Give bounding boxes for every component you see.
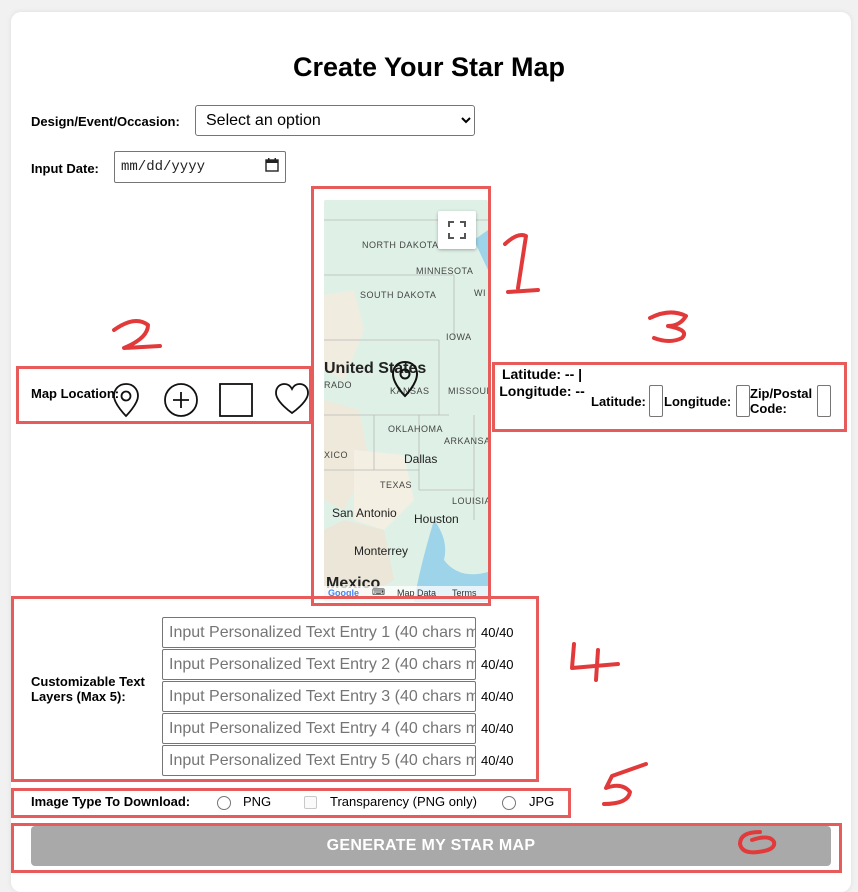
annotation-box-3 [492,362,847,432]
date-input[interactable]: mm/dd/yyyy [114,151,286,183]
annotation-box-5 [11,788,571,818]
annotation-box-1 [311,186,491,606]
page-title: Create Your Star Map [292,52,566,82]
date-label: Input Date: [31,161,99,176]
design-select[interactable]: Select an option [195,105,475,136]
annotation-box-2 [16,366,312,424]
annotation-box-4 [11,596,539,782]
annotation-box-6 [11,823,842,873]
date-value: mm/dd/yyyy [121,159,206,175]
design-label: Design/Event/Occasion: [31,114,180,129]
calendar-icon[interactable] [265,157,279,177]
